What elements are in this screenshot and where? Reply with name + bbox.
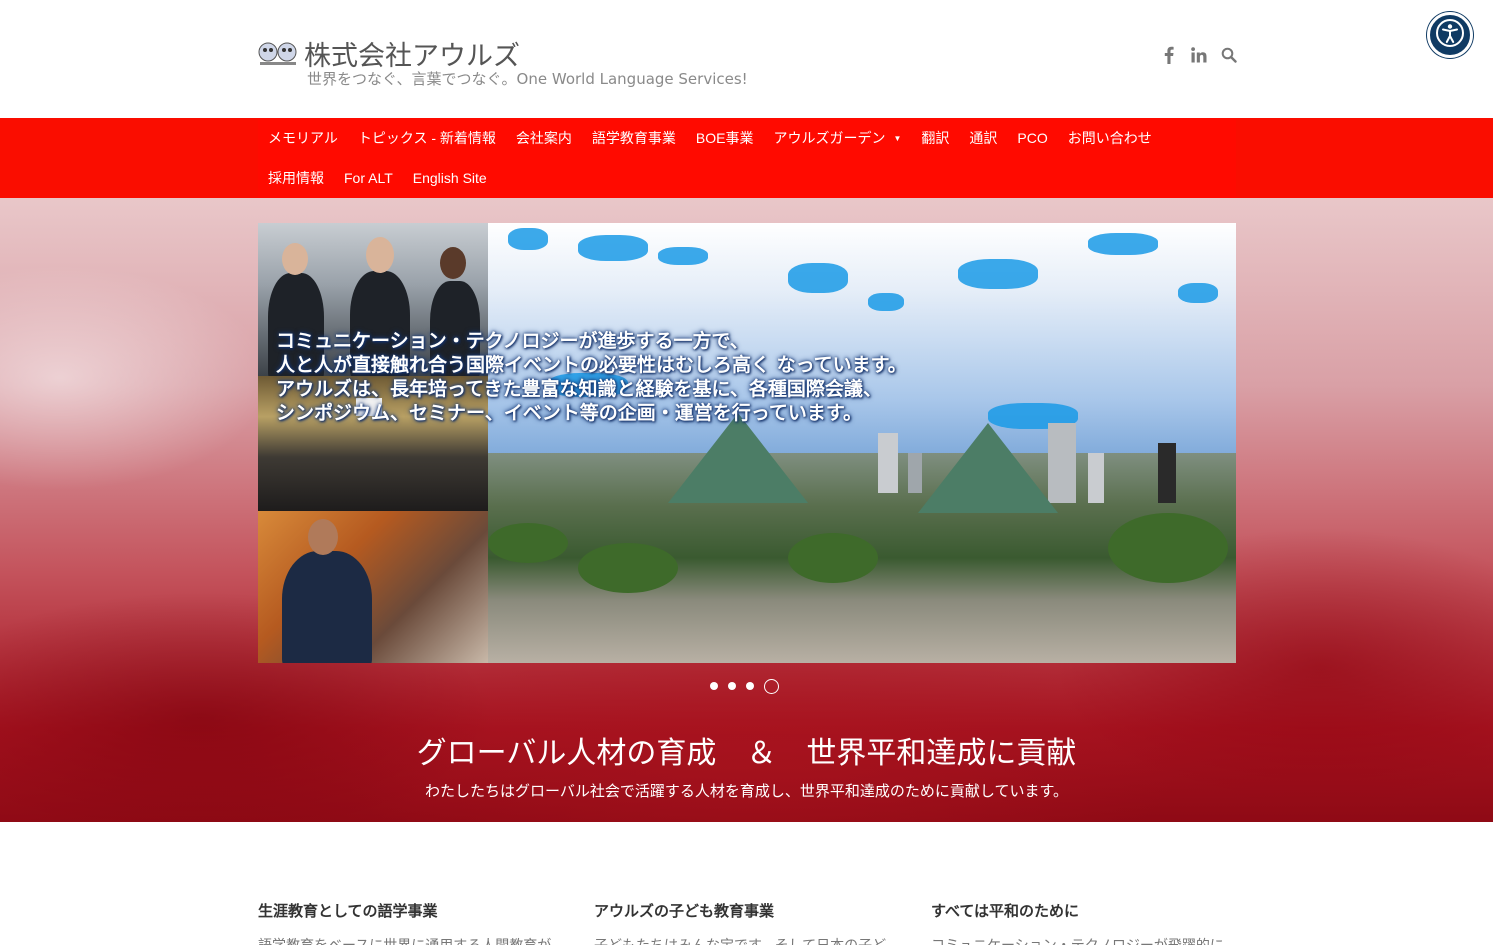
nav-item-boe[interactable]: BOE事業	[686, 128, 764, 148]
nav-row-primary: メモリアル トピックス - 新着情報 会社案内 語学教育事業 BOE事業 アウル…	[258, 118, 1162, 158]
slider-dot-2[interactable]	[728, 682, 736, 690]
feature-text: コミュニケーション・テクノロジーが飛躍的に	[931, 935, 1231, 945]
site-tagline: 世界をつなぐ、言葉でつなぐ。One World Language Service…	[307, 70, 748, 88]
nav-item-contact[interactable]: お問い合わせ	[1058, 128, 1162, 148]
nav-item-translation[interactable]: 翻訳	[911, 128, 959, 148]
seminar-speaker-photo	[258, 511, 488, 663]
slider-dot-4-active[interactable]	[764, 678, 779, 694]
feature-text: 子どもたちはみんな宝です。そして日本の子ど	[594, 935, 894, 945]
accessibility-icon	[1435, 18, 1465, 52]
feature-title[interactable]: すべては平和のために	[931, 900, 1231, 921]
slider-pagination	[710, 677, 790, 695]
linkedin-icon[interactable]	[1188, 44, 1210, 66]
feature-text: 語学教育をベースに世界に通用する人間教育が	[258, 935, 558, 945]
nav-item-for-alt[interactable]: For ALT	[334, 170, 403, 186]
feature-columns: 生涯教育としての語学事業 語学教育をベースに世界に通用する人間教育が アウルズの…	[0, 822, 1493, 945]
hero-title: グローバル人材の育成 ＆ 世界平和達成に貢献	[416, 736, 1077, 771]
nav-item-company[interactable]: 会社案内	[506, 128, 582, 148]
image-slider[interactable]: コミュニケーション・テクノロジーが進歩する一方で、 人と人が直接触れ合う国際イベ…	[258, 223, 1236, 663]
site-header: 株式会社アウルズ 世界をつなぐ、言葉でつなぐ。One World Languag…	[0, 0, 1493, 118]
nav-item-pco[interactable]: PCO	[1007, 130, 1057, 146]
feature-column-peace: すべては平和のために コミュニケーション・テクノロジーが飛躍的に	[931, 900, 1231, 945]
slide-photo-collage	[258, 223, 488, 663]
feature-column-children: アウルズの子ども教育事業 子どもたちはみんな宝です。そして日本の子ど	[594, 900, 894, 945]
search-icon[interactable]	[1219, 44, 1239, 66]
accessibility-button[interactable]	[1427, 12, 1473, 58]
city-skyline	[488, 413, 1236, 663]
nav-item-owls-garden[interactable]: アウルズガーデン ▼	[763, 128, 911, 148]
nav-item-recruit[interactable]: 採用情報	[258, 168, 334, 188]
feature-title[interactable]: 生涯教育としての語学事業	[258, 900, 558, 921]
nav-item-memorial[interactable]: メモリアル	[258, 128, 348, 148]
hero-subtitle: わたしたちはグローバル社会で活躍する人材を育成し、世界平和達成のために貢献してい…	[425, 782, 1068, 800]
hero-section: コミュニケーション・テクノロジーが進歩する一方で、 人と人が直接触れ合う国際イベ…	[0, 198, 1493, 822]
facebook-icon[interactable]	[1160, 44, 1178, 66]
slide-caption-line: 人と人が直接触れ合う国際イベントの必要性はむしろ高く なっています。	[276, 354, 907, 376]
slide-caption-line: シンポジウム、セミナー、イベント等の企画・運営を行っています。	[276, 402, 862, 424]
slider-dot-1[interactable]	[710, 682, 718, 690]
feature-title[interactable]: アウルズの子ども教育事業	[594, 900, 894, 921]
slider-dot-3[interactable]	[746, 682, 754, 690]
nav-item-interpretation[interactable]: 通訳	[959, 128, 1007, 148]
main-navigation: メモリアル トピックス - 新着情報 会社案内 語学教育事業 BOE事業 アウル…	[0, 118, 1493, 198]
slide-caption: コミュニケーション・テクノロジーが進歩する一方で、 人と人が直接触れ合う国際イベ…	[276, 329, 1006, 425]
slide-caption-line: アウルズは、長年培ってきた豊富な知識と経験を基に、各種国際会議、	[276, 378, 882, 400]
owl-logo-icon[interactable]	[258, 40, 298, 68]
nav-item-topics[interactable]: トピックス - 新着情報	[348, 128, 506, 148]
convention-center-photo	[488, 223, 1236, 663]
nav-row-secondary: 採用情報 For ALT English Site	[258, 158, 497, 198]
chevron-down-icon: ▼	[893, 133, 902, 143]
nav-item-english-site[interactable]: English Site	[403, 170, 497, 186]
feature-column-language: 生涯教育としての語学事業 語学教育をベースに世界に通用する人間教育が	[258, 900, 558, 945]
nav-item-language-education[interactable]: 語学教育事業	[582, 128, 686, 148]
slide-caption-line: コミュニケーション・テクノロジーが進歩する一方で、	[276, 330, 749, 352]
